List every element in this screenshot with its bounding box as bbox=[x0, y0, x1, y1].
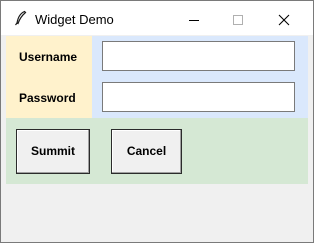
minimize-button[interactable] bbox=[171, 1, 217, 35]
window-title: Widget Demo bbox=[35, 12, 114, 27]
button-row: Summit Cancel bbox=[6, 118, 308, 184]
maximize-button[interactable] bbox=[215, 1, 261, 35]
app-window: Widget Demo Username Password Summit Can… bbox=[0, 0, 314, 243]
username-label: Username bbox=[19, 50, 78, 64]
title-bar[interactable]: Widget Demo bbox=[1, 1, 313, 35]
username-label-cell: Username bbox=[6, 36, 92, 77]
close-button[interactable] bbox=[261, 1, 307, 35]
password-label: Password bbox=[19, 91, 76, 105]
password-entry-cell bbox=[92, 77, 308, 118]
form-area: Username Password Summit Cancel bbox=[6, 36, 308, 184]
username-entry-cell bbox=[92, 36, 308, 77]
password-input[interactable] bbox=[102, 82, 295, 112]
submit-button[interactable]: Summit bbox=[16, 129, 90, 174]
username-input[interactable] bbox=[102, 41, 295, 71]
cancel-button[interactable]: Cancel bbox=[111, 129, 182, 174]
feather-icon bbox=[13, 10, 29, 26]
password-label-cell: Password bbox=[6, 77, 92, 118]
